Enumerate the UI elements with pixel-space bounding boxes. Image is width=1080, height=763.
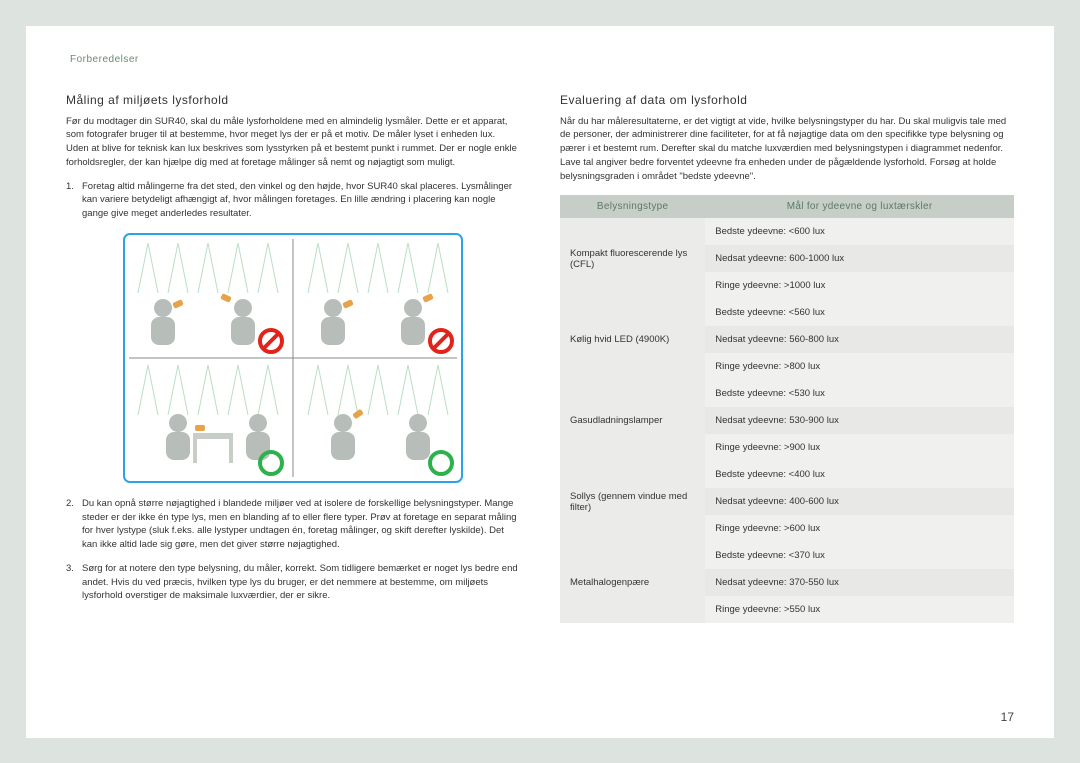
table-value-cell: Ringe ydeevne: >800 lux [705,353,1014,380]
lighting-diagram [123,233,463,483]
table-value-cell: Ringe ydeevne: >1000 lux [705,272,1014,299]
left-heading: Måling af miljøets lysforhold [66,93,520,107]
instruction-list: Foretag altid målingerne fra det sted, d… [66,180,520,221]
table-value-cell: Bedste ydeevne: <370 lux [705,542,1014,569]
list-item: Foretag altid målingerne fra det sted, d… [66,180,520,221]
table-value-cell: Bedste ydeevne: <530 lux [705,380,1014,407]
table-value-cell: Nedsat ydeevne: 560-800 lux [705,326,1014,353]
right-heading: Evaluering af data om lysforhold [560,93,1014,107]
table-type-cell: Sollys (gennem vindue med filter) [560,461,705,542]
table-value-cell: Ringe ydeevne: >550 lux [705,596,1014,623]
instruction-list-cont: Du kan opnå større nøjagtighed i blanded… [66,497,520,603]
right-para: Når du har måleresultaterne, er det vigt… [560,115,1014,184]
page-number: 17 [1001,710,1014,724]
table-value-cell: Nedsat ydeevne: 530-900 lux [705,407,1014,434]
list-item: Du kan opnå større nøjagtighed i blanded… [66,497,520,552]
list-item: Sørg for at notere den type belysning, d… [66,562,520,603]
table-value-cell: Bedste ydeevne: <560 lux [705,299,1014,326]
table-value-cell: Ringe ydeevne: >900 lux [705,434,1014,461]
right-column: Evaluering af data om lysforhold Når du … [560,93,1014,624]
table-value-cell: Ringe ydeevne: >600 lux [705,515,1014,542]
breadcrumb: Forberedelser [70,54,1014,65]
table-value-cell: Bedste ydeevne: <400 lux [705,461,1014,488]
left-column: Måling af miljøets lysforhold Før du mod… [66,93,520,624]
table-header-type: Belysningstype [560,195,705,218]
left-intro: Før du modtager din SUR40, skal du måle … [66,115,520,170]
table-type-cell: Metalhalogenpære [560,542,705,623]
table-value-cell: Nedsat ydeevne: 370-550 lux [705,569,1014,596]
document-page: Forberedelser Måling af miljøets lysforh… [26,26,1054,738]
lighting-table: Belysningstype Mål for ydeevne og luxtær… [560,195,1014,623]
table-value-cell: Nedsat ydeevne: 400-600 lux [705,488,1014,515]
table-value-cell: Nedsat ydeevne: 600-1000 lux [705,245,1014,272]
table-type-cell: Gasudladningslamper [560,380,705,461]
table-value-cell: Bedste ydeevne: <600 lux [705,218,1014,245]
table-header-targets: Mål for ydeevne og luxtærskler [705,195,1014,218]
table-type-cell: Kølig hvid LED (4900K) [560,299,705,380]
table-type-cell: Kompakt fluorescerende lys (CFL) [560,218,705,299]
two-column-layout: Måling af miljøets lysforhold Før du mod… [66,93,1014,624]
